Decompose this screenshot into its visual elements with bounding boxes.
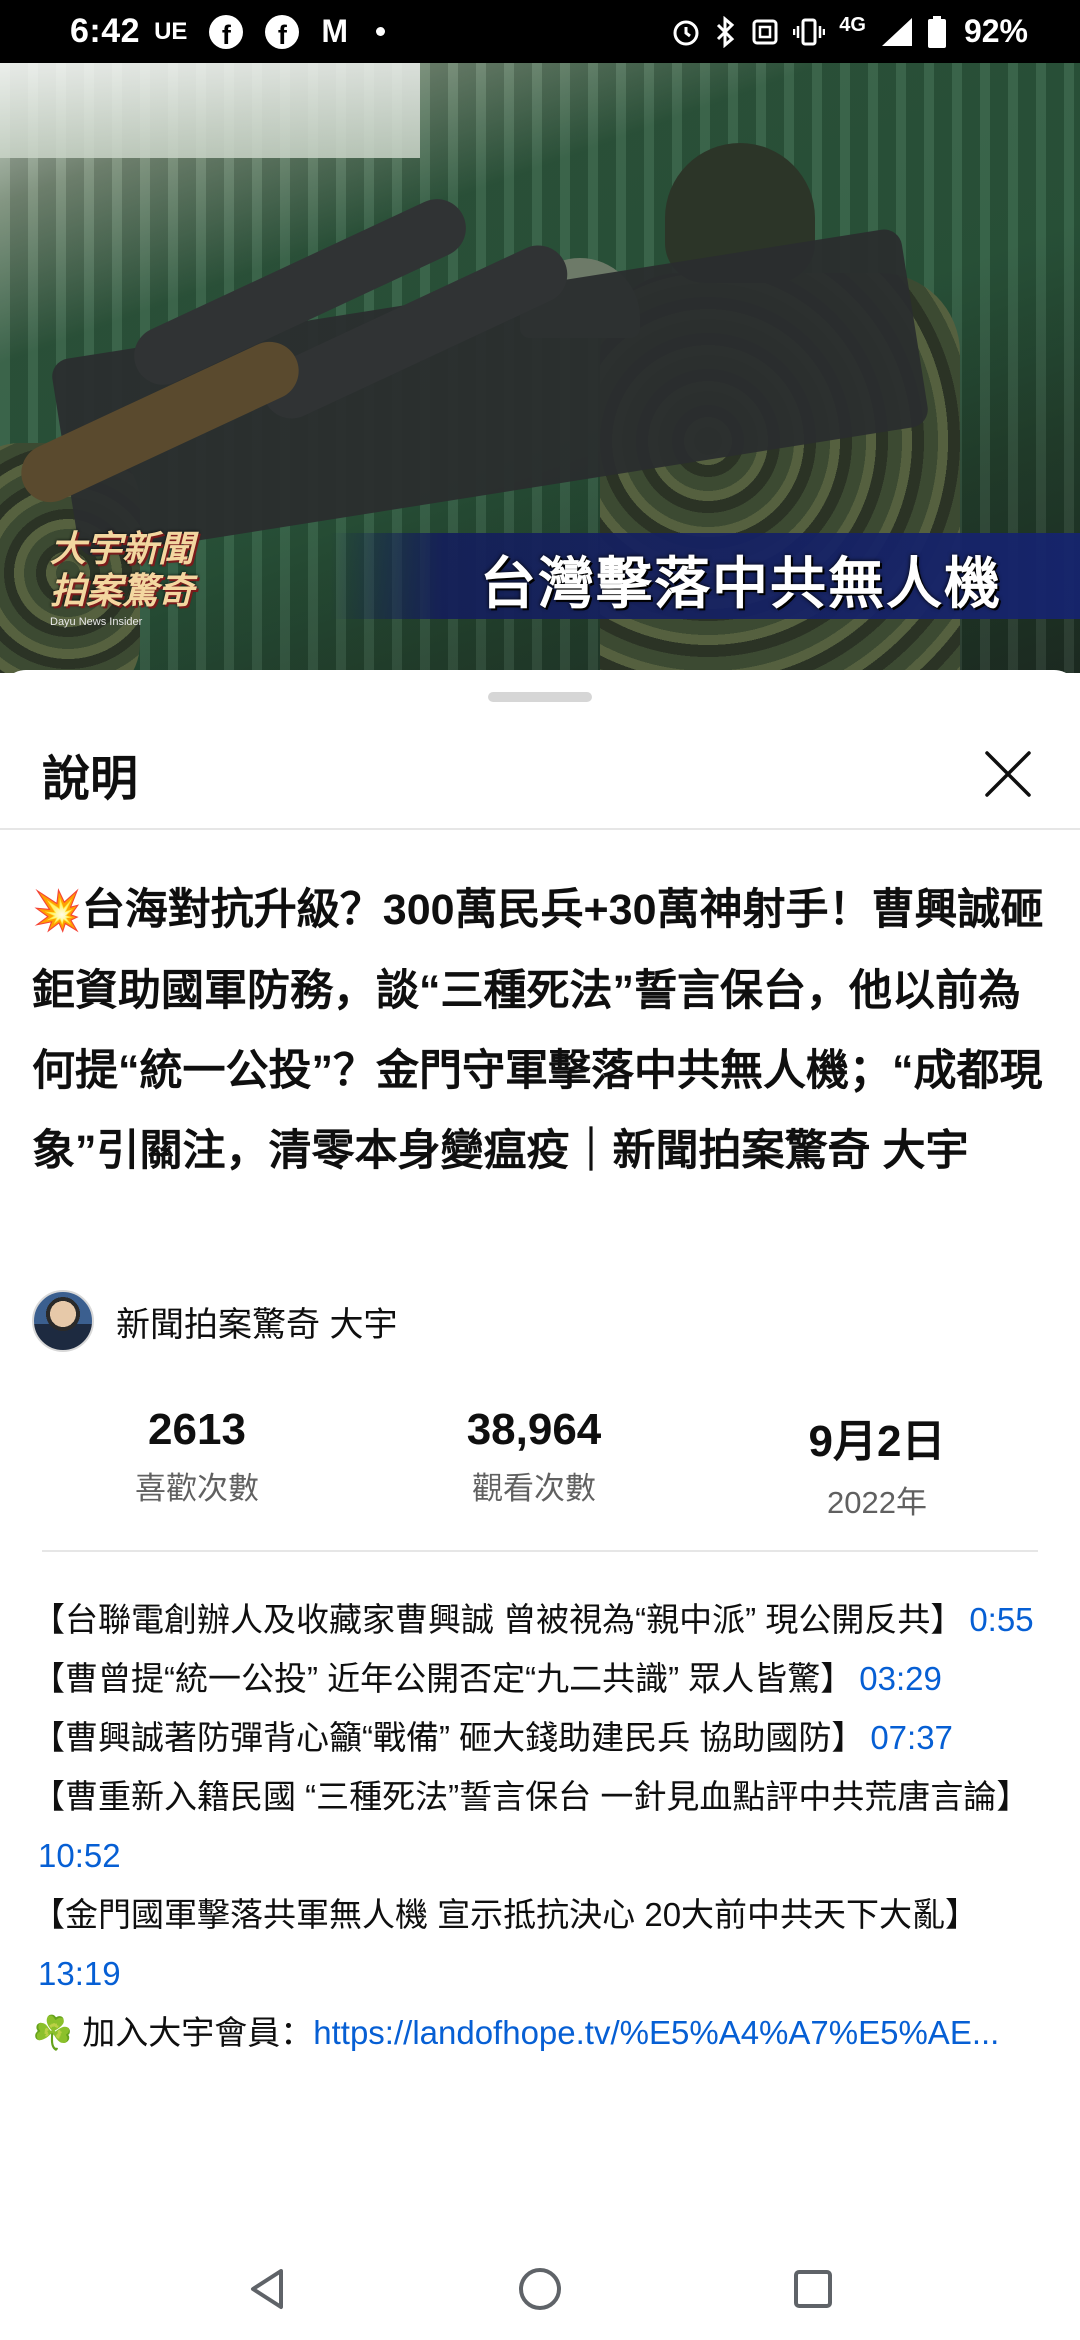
gmail-icon: M	[321, 13, 349, 49]
back-icon	[250, 2269, 283, 2309]
video-sky	[0, 63, 420, 158]
logo-line-1: 大宇新聞	[50, 528, 195, 570]
sheet-title: 說明	[42, 753, 139, 806]
notification-dot-icon	[376, 27, 386, 36]
upload-year: 2022年	[827, 1485, 927, 1520]
member-link[interactable]: https://landofhope.tv/%E5%A4%A7%E5%AE...	[313, 2014, 999, 2051]
stat-views: 38,964 觀看次數	[394, 1405, 674, 1522]
video-player[interactable]: 台灣擊落中共無人機 大宇新聞 拍案驚奇 Dayu News Insider	[0, 63, 1080, 673]
vibrate-icon	[793, 18, 826, 45]
signal-icon	[881, 17, 912, 46]
shamrock-emoji-icon: ☘️	[32, 2014, 74, 2051]
description-sheet: 說明 💥台海對抗升級？300萬民兵+30萬神射手！曹興誠砸鉅資助國軍防務，談“三…	[0, 670, 1080, 2238]
system-nav-bar	[0, 2238, 1080, 2340]
video-caption: 台灣擊落中共無人機	[480, 552, 1002, 617]
chapter-text: 【金門國軍擊落共軍無人機 宣示抵抗決心 20大前中共天下大亂】	[32, 1896, 979, 1933]
stats-row: 2613 喜歡次數 38,964 觀看次數 9月2日 2022年	[0, 1405, 1080, 1522]
chapter-text: 【曹曾提“統一公投” 近年公開否定“九二共識” 眾人皆驚】	[32, 1660, 854, 1697]
close-icon	[985, 751, 1031, 797]
nav-home-button[interactable]	[500, 2249, 580, 2329]
chapter-line: 【台聯電創辦人及收藏家曹興誠 曾被視為“親中派” 現公開反共】 0:55	[32, 1590, 1052, 1649]
upload-date: 9月2日	[808, 1417, 946, 1466]
member-line: ☘️ 加入大宇會員：https://landofhope.tv/%E5%A4%A…	[32, 2003, 1052, 2062]
status-carrier: UE	[154, 17, 188, 45]
channel-name[interactable]: 新聞拍案驚奇 大宇	[116, 1297, 397, 1346]
sheet-header: 說明	[0, 720, 1080, 830]
video-title-text: 台海對抗升級？300萬民兵+30萬神射手！曹興誠砸鉅資助國軍防務，談“三種死法”…	[32, 886, 1044, 1175]
timestamp-link[interactable]: 10:52	[38, 1837, 121, 1874]
channel-avatar[interactable]	[32, 1290, 94, 1352]
timestamp-link[interactable]: 0:55	[969, 1601, 1033, 1638]
video-title: 💥台海對抗升級？300萬民兵+30萬神射手！曹興誠砸鉅資助國軍防務，談“三種死法…	[32, 870, 1052, 1191]
views-label: 觀看次數	[472, 1471, 596, 1506]
network-type: 4G	[839, 14, 866, 36]
stat-likes: 2613 喜歡次數	[0, 1405, 394, 1522]
collision-emoji-icon: 💥	[32, 889, 82, 933]
status-bar: 6:42 UE f f M 4G 92%	[0, 0, 1080, 63]
chapter-text: 【曹興誠著防彈背心籲“戰備” 砸大錢助建民兵 協助國防】	[32, 1719, 865, 1756]
views-count: 38,964	[466, 1405, 602, 1454]
bluetooth-icon	[717, 15, 735, 48]
logo-line-2: 拍案驚奇	[50, 570, 195, 612]
chapter-text: 【台聯電創辦人及收藏家曹興誠 曾被視為“親中派” 現公開反共】	[32, 1601, 964, 1638]
stat-date: 9月2日 2022年	[674, 1405, 1080, 1522]
likes-label: 喜歡次數	[135, 1471, 259, 1506]
status-time: 6:42	[70, 12, 141, 50]
home-icon	[518, 2268, 561, 2310]
likes-count: 2613	[148, 1405, 246, 1454]
nav-recents-button[interactable]	[773, 2249, 853, 2329]
recents-icon	[794, 2270, 833, 2308]
logo-subtitle: Dayu News Insider	[50, 616, 143, 628]
timestamp-link[interactable]: 03:29	[859, 1660, 942, 1697]
description-body: 【台聯電創辦人及收藏家曹興誠 曾被視為“親中派” 現公開反共】 0:55 【曹曾提…	[32, 1590, 1052, 2062]
nfc-icon	[752, 19, 778, 44]
facebook-icon: f	[209, 14, 244, 49]
member-label: 加入大宇會員：	[82, 2014, 314, 2051]
chapter-line: 【曹曾提“統一公投” 近年公開否定“九二共識” 眾人皆驚】 03:29	[32, 1649, 1052, 1708]
chapter-text: 【曹重新入籍民國 “三種死法”誓言保台 一針見血點評中共荒唐言論】	[32, 1778, 1030, 1815]
battery-percent: 92%	[963, 13, 1028, 49]
chapter-line: 【曹興誠著防彈背心籲“戰備” 砸大錢助建民兵 協助國防】 07:37	[32, 1708, 1052, 1767]
timestamp-link[interactable]: 07:37	[870, 1719, 953, 1756]
drag-handle[interactable]	[488, 692, 592, 702]
chapter-line: 【金門國軍擊落共軍無人機 宣示抵抗決心 20大前中共天下大亂】 13:19	[32, 1885, 1052, 2003]
battery-icon	[927, 15, 946, 48]
chapter-line: 【曹重新入籍民國 “三種死法”誓言保台 一針見血點評中共荒唐言論】 10:52	[32, 1767, 1052, 1885]
channel-row[interactable]: 新聞拍案驚奇 大宇	[32, 1290, 397, 1352]
alarm-icon	[673, 20, 699, 45]
nav-back-button[interactable]	[227, 2249, 307, 2329]
close-button[interactable]	[978, 744, 1038, 804]
facebook-icon: f	[265, 14, 300, 49]
timestamp-link[interactable]: 13:19	[38, 1955, 121, 1992]
channel-logo-overlay: 大宇新聞 拍案驚奇 Dayu News Insider	[50, 528, 200, 673]
divider	[42, 1550, 1038, 1552]
